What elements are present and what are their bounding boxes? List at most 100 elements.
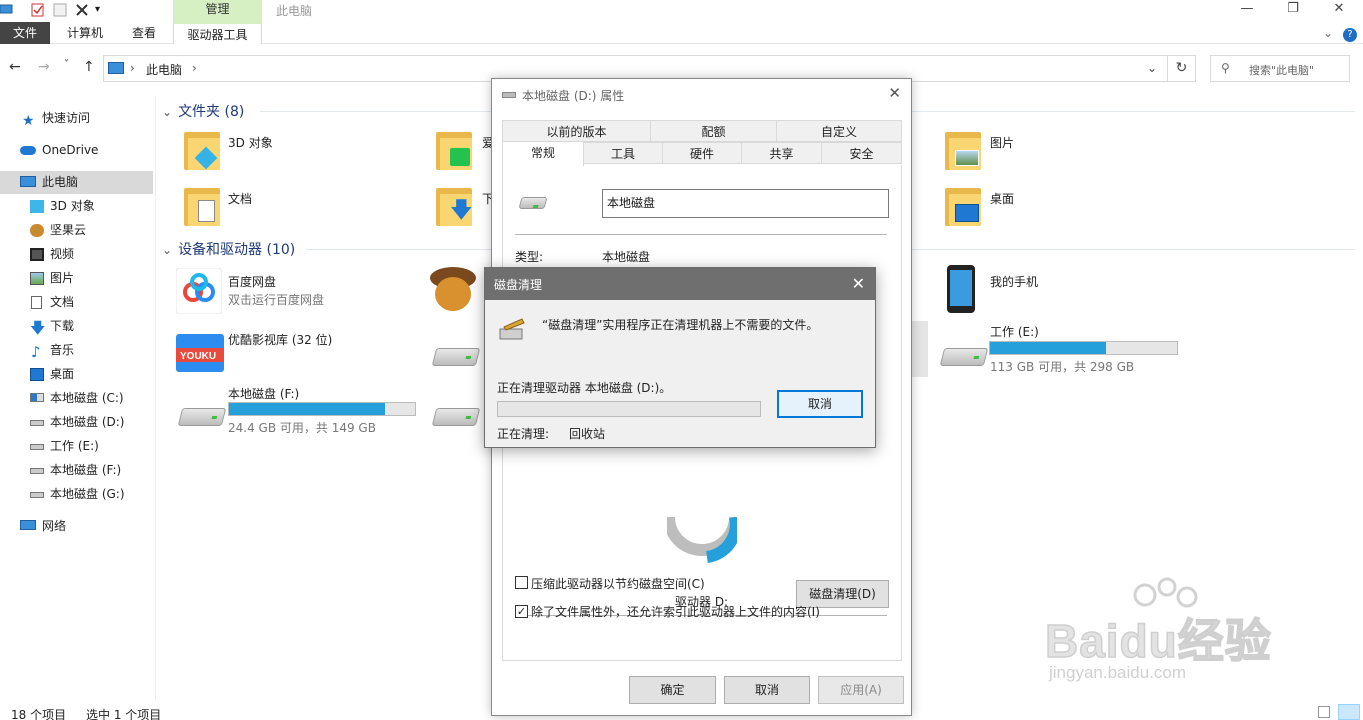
disk-usage-chart (667, 517, 737, 563)
tab-security[interactable]: 安全 (821, 142, 902, 164)
large-icons-view-icon[interactable] (1338, 704, 1360, 720)
maximize-button[interactable]: ❐ (1270, 0, 1316, 22)
folder-label[interactable]: 图片 (990, 134, 1014, 151)
sidebar-item-documents[interactable]: 文档 (0, 291, 153, 314)
sidebar-item-videos[interactable]: 视频 (0, 243, 153, 266)
drive-icon[interactable] (177, 408, 227, 426)
folder-icon[interactable] (184, 132, 220, 170)
selected-count: 选中 1 个项目 (86, 708, 162, 720)
details-view-icon[interactable] (1318, 706, 1330, 718)
ok-button[interactable]: 确定 (629, 676, 716, 704)
youku-label[interactable]: 优酷影视库 (32 位) (228, 331, 332, 348)
tab-previous-versions[interactable]: 以前的版本 (502, 120, 651, 142)
breadcrumb-this-pc[interactable]: 此电脑 (146, 61, 182, 78)
expand-ribbon-icon[interactable]: ⌄ (1318, 22, 1338, 44)
baidu-netdisk-icon[interactable] (176, 268, 222, 314)
sidebar-item-label: 快速访问 (42, 111, 91, 125)
tab-drive-tools[interactable]: 驱动器工具 (173, 22, 262, 44)
sidebar-item-this-pc[interactable]: 此电脑 (0, 171, 153, 194)
folder-icon[interactable] (184, 188, 220, 226)
sidebar-item-drive-g[interactable]: 本地磁盘 (G:) (0, 483, 153, 506)
index-content-checkbox[interactable]: ✓ (515, 605, 528, 618)
folder-label[interactable]: 桌面 (990, 190, 1014, 207)
breadcrumb-separator[interactable]: › (130, 61, 135, 75)
search-icon: ⚲ (1221, 61, 1230, 75)
sidebar-item-jianguoyun[interactable]: 坚果云 (0, 219, 153, 242)
folder-icon[interactable] (436, 132, 472, 170)
system-drive-icon[interactable] (431, 348, 481, 366)
close-icon[interactable]: ✕ (852, 274, 865, 293)
index-content-label[interactable]: 除了文件属性外，还允许索引此驱动器上文件的内容(I) (531, 603, 820, 620)
close-button[interactable]: ✕ (1316, 0, 1362, 22)
minimize-button[interactable]: — (1224, 0, 1270, 22)
compress-drive-checkbox[interactable] (515, 576, 528, 589)
tab-customize[interactable]: 自定义 (776, 120, 902, 142)
drive-icon[interactable] (939, 348, 989, 366)
recent-locations-button[interactable]: ˅ (64, 59, 69, 70)
sidebar-item-drive-e[interactable]: 工作 (E:) (0, 435, 153, 458)
up-button[interactable]: ↑ (83, 59, 95, 75)
search-input[interactable]: ⚲ 搜索"此电脑" (1210, 55, 1350, 82)
drive-f-label[interactable]: 本地磁盘 (F:) (228, 385, 299, 402)
chevron-down-icon: ⌄ (162, 105, 173, 119)
drive-e-label[interactable]: 工作 (E:) (990, 323, 1039, 340)
sidebar-item-drive-d[interactable]: 本地磁盘 (D:) (0, 411, 153, 434)
drive-icon[interactable] (431, 408, 481, 426)
breadcrumb-separator[interactable]: › (192, 61, 197, 75)
sidebar-item-drive-f[interactable]: 本地磁盘 (F:) (0, 459, 153, 482)
tab-computer[interactable]: 计算机 (58, 22, 112, 44)
compress-drive-label[interactable]: 压缩此驱动器以节约磁盘空间(C) (531, 575, 705, 592)
jianguoyun-icon[interactable] (428, 264, 478, 312)
folder-icon[interactable]: 🡇 (436, 188, 473, 226)
tab-file[interactable]: 文件 (0, 22, 50, 44)
desktop-icon (30, 368, 44, 381)
help-icon[interactable]: ? (1340, 22, 1360, 44)
sidebar-item-pictures[interactable]: 图片 (0, 267, 153, 290)
forward-button[interactable]: → (38, 59, 50, 75)
sidebar-item-music[interactable]: ♪ 音乐 (0, 339, 153, 362)
drive-f-space: 24.4 GB 可用，共 149 GB (228, 421, 376, 435)
new-folder-icon[interactable] (53, 3, 67, 17)
folders-group-header[interactable]: ⌄ 文件夹 (8) (162, 101, 244, 121)
folder-icon[interactable] (945, 188, 981, 226)
baidu-netdisk-label[interactable]: 百度网盘 (228, 273, 276, 290)
sidebar-item-desktop[interactable]: 桌面 (0, 363, 153, 386)
customize-qat-icon[interactable]: ▾ (95, 4, 109, 18)
cancel-button[interactable]: 取消 (777, 390, 863, 418)
back-button[interactable]: ← (9, 59, 21, 75)
tab-sharing[interactable]: 共享 (741, 142, 822, 164)
drive-name-input[interactable]: 本地磁盘 (602, 189, 889, 218)
drive-icon (30, 492, 44, 498)
sidebar-item-downloads[interactable]: 🡇 下载 (0, 315, 153, 338)
delete-icon[interactable] (75, 3, 89, 17)
properties-icon[interactable] (31, 3, 45, 17)
tab-view[interactable]: 查看 (120, 22, 168, 44)
apply-button[interactable]: 应用(A) (818, 676, 904, 704)
cube-icon (30, 200, 44, 213)
youku-icon[interactable]: YOUKU (176, 330, 224, 372)
tab-general[interactable]: 常规 (502, 141, 584, 166)
phone-label[interactable]: 我的手机 (990, 273, 1038, 290)
sidebar-item-3d-objects[interactable]: 3D 对象 (0, 195, 153, 218)
tab-tools[interactable]: 工具 (583, 142, 663, 164)
close-icon[interactable]: ✕ (888, 84, 901, 102)
computer-icon[interactable] (0, 3, 14, 17)
folder-label[interactable]: 3D 对象 (228, 134, 273, 151)
folder-icon[interactable] (945, 132, 981, 170)
refresh-button[interactable]: ↻ (1168, 55, 1196, 82)
file-explorer-window: ▾ 管理 此电脑 — ❐ ✕ 文件 计算机 查看 驱动器工具 ⌄ ? ← → ˅… (0, 0, 1363, 720)
sidebar-item-network[interactable]: 网络 (0, 515, 153, 538)
tab-hardware[interactable]: 硬件 (662, 142, 742, 164)
computer-icon (20, 176, 36, 187)
tab-quota[interactable]: 配额 (650, 120, 777, 142)
type-value: 本地磁盘 (602, 250, 651, 264)
phone-icon[interactable] (946, 264, 976, 314)
devices-group-header[interactable]: ⌄ 设备和驱动器 (10) (162, 239, 295, 259)
folder-label[interactable]: 文档 (228, 190, 252, 207)
sidebar-item-drive-c[interactable]: 本地磁盘 (C:) (0, 387, 153, 410)
chevron-down-icon[interactable]: ⌄ (1147, 61, 1157, 75)
sidebar-item-quick-access[interactable]: ★ 快速访问 (0, 107, 153, 130)
sidebar-item-onedrive[interactable]: OneDrive (0, 139, 153, 162)
cancel-button[interactable]: 取消 (724, 676, 810, 704)
system-drive-icon (30, 393, 44, 402)
